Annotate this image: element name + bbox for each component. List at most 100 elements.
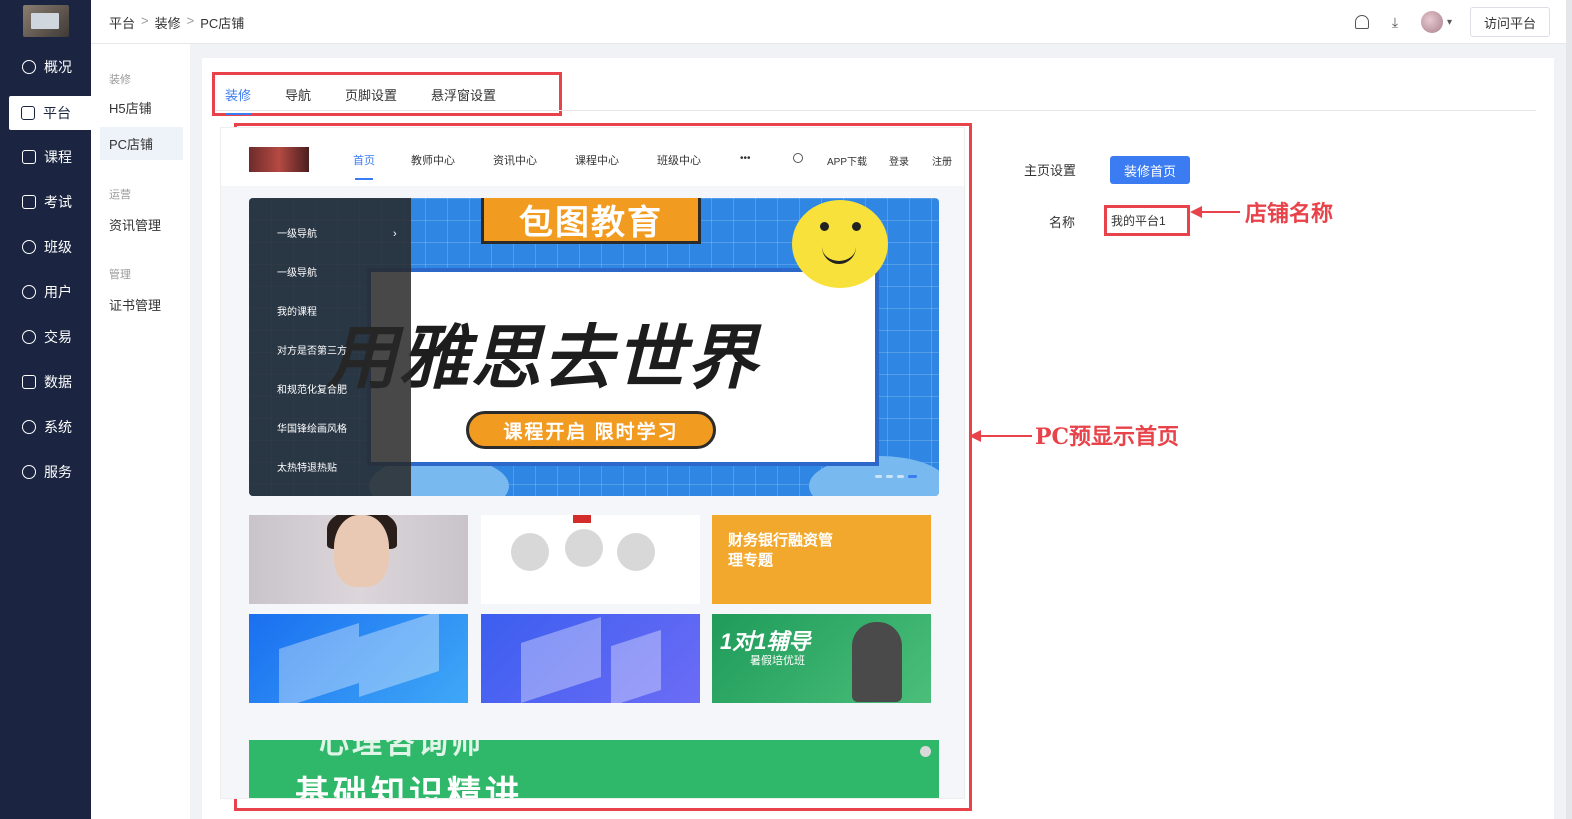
bell-icon[interactable] [1354, 15, 1369, 29]
promo-tile-isometric-city[interactable] [249, 614, 468, 703]
secondary-menu: 装修 H5店铺 PC店铺 运营 资讯管理 管理 证书管理 [91, 44, 190, 819]
sidebar-item-user[interactable]: 用户 [10, 275, 91, 309]
category-item[interactable]: 一级导航 [277, 264, 317, 279]
chart-icon [22, 375, 36, 389]
submenu-group-title: 运营 [109, 189, 131, 201]
sidebar-item-data[interactable]: 数据 [10, 365, 91, 399]
breadcrumb-item[interactable]: 平台 [109, 13, 135, 32]
carousel-dot-active[interactable] [908, 475, 917, 478]
sidebar-item-course[interactable]: 课程 [10, 140, 91, 174]
tab-float-window-settings[interactable]: 悬浮窗设置 [431, 85, 496, 104]
sidebar-item-label: 考试 [44, 194, 72, 210]
carousel-dot[interactable] [875, 475, 882, 478]
preview-bottom-banner[interactable]: 心理咨询师 基础知识精讲 [249, 740, 939, 798]
submenu-item-news[interactable]: 资讯管理 [100, 208, 183, 241]
preview-login[interactable]: 登录 [889, 153, 909, 168]
service-icon [22, 465, 36, 479]
trade-icon [22, 330, 36, 344]
tile-figure [511, 533, 549, 571]
visit-platform-button[interactable]: 访问平台 [1469, 7, 1550, 37]
submenu-item-h5-store[interactable]: H5店铺 [100, 91, 183, 124]
submenu-group-title: 装修 [109, 74, 131, 86]
preview-nav-class[interactable]: 班级中心 [657, 152, 701, 168]
sidebar-item-label: 数据 [44, 374, 72, 390]
tab-decorate[interactable]: 装修 [225, 85, 252, 115]
promo-tile-finance[interactable]: 财务银行融资管理专题 [712, 515, 931, 604]
sidebar-item-service[interactable]: 服务 [10, 455, 91, 489]
tab-footer-settings[interactable]: 页脚设置 [345, 85, 397, 104]
pc-preview-annotation: PC预显示首页 [1035, 424, 1180, 450]
preview-register[interactable]: 注册 [932, 153, 952, 168]
submenu-item-label: 证书管理 [109, 298, 162, 313]
window-scrollbar[interactable] [1566, 0, 1572, 819]
submenu-item-pc-store[interactable]: PC店铺 [100, 127, 183, 160]
tile-iso-block [359, 614, 439, 697]
promo-tile-tutoring[interactable]: 1对1辅导 暑假培优班 [712, 614, 931, 703]
header-actions: ⤓ ▾ 访问平台 [1354, 7, 1550, 37]
submenu-item-certificate[interactable]: 证书管理 [100, 288, 183, 321]
preview-nav-course[interactable]: 课程中心 [575, 152, 619, 168]
avatar[interactable] [1420, 11, 1443, 33]
sidebar-item-label: 交易 [44, 329, 72, 345]
preview-nav-teacher[interactable]: 教师中心 [411, 152, 455, 168]
smiley-eye [820, 222, 829, 231]
sidebar-item-trade[interactable]: 交易 [10, 320, 91, 354]
name-label: 名称 [1049, 215, 1076, 230]
preview-logo [249, 147, 309, 172]
tile-tutor-kid [852, 622, 902, 702]
sidebar-item-exam[interactable]: 考试 [10, 185, 91, 219]
smiley-eye [852, 222, 861, 231]
sidebar-item-label: 系统 [44, 419, 72, 435]
category-item[interactable]: 我的课程 [277, 303, 317, 318]
category-item[interactable]: 一级导航 [277, 225, 317, 240]
arrow-head-icon [969, 430, 981, 442]
smiley-mouth [822, 244, 856, 264]
sidebar-item-label: 班级 [44, 239, 72, 255]
tile-iso-block [521, 617, 601, 703]
preview-nav-news[interactable]: 资讯中心 [493, 152, 537, 168]
preview-app-download[interactable]: APP下载 [827, 153, 867, 168]
breadcrumb-separator: > [186, 13, 195, 28]
sidebar-item-label: 概况 [44, 59, 72, 75]
decorate-home-button[interactable]: 装修首页 [1110, 156, 1190, 184]
breadcrumb-item[interactable]: 装修 [155, 13, 181, 32]
chevron-down-icon[interactable]: ▾ [1447, 17, 1452, 28]
category-item[interactable]: 和规范化复合肥 [277, 381, 347, 396]
promo-tile-figures[interactable] [481, 515, 700, 604]
carousel-dot[interactable] [897, 475, 904, 478]
tile-tutor-subtitle: 暑假培优班 [750, 655, 805, 667]
preview-nav-home[interactable]: 首页 [353, 152, 375, 180]
tile-red-mark [573, 515, 591, 523]
preview-nav-more[interactable]: ••• [740, 153, 751, 164]
store-name-field[interactable]: 我的平台1 [1104, 205, 1190, 236]
submenu-item-label: H5店铺 [109, 101, 152, 116]
preview-nav-bar: 首页 教师中心 资讯中心 课程中心 班级中心 ••• APP下载 登录 注册 [221, 128, 964, 186]
sidebar-item-label: 服务 [44, 464, 72, 480]
tile-finance-text: 财务银行融资管理专题 [728, 532, 834, 569]
chevron-right-icon: › [393, 228, 397, 240]
download-icon[interactable]: ⤓ [1387, 15, 1403, 29]
arrow-head-icon [1190, 206, 1202, 218]
submenu-item-label: PC店铺 [109, 137, 154, 152]
promo-tile-isometric-screen[interactable] [481, 614, 700, 703]
close-icon[interactable] [920, 746, 931, 757]
tab-navigation[interactable]: 导航 [285, 85, 311, 104]
carousel-dots[interactable] [875, 475, 917, 478]
sidebar-item-platform[interactable]: 平台 [9, 96, 91, 130]
carousel-dot[interactable] [886, 475, 893, 478]
submenu-item-label: 资讯管理 [109, 218, 162, 233]
store-name-annotation: 店铺名称 [1245, 201, 1334, 227]
sidebar-item-label: 用户 [44, 284, 72, 300]
gear-icon [22, 420, 36, 434]
category-item[interactable]: 对方是否第三方 [277, 342, 347, 357]
sidebar-item-overview[interactable]: 概况 [10, 50, 91, 84]
sidebar-item-class[interactable]: 班级 [10, 230, 91, 264]
top-header: 平台 > 装修 > PC店铺 ⤓ ▾ 访问平台 [91, 0, 1572, 44]
sidebar-item-system[interactable]: 系统 [10, 410, 91, 444]
category-item[interactable]: 华国锋绘画风格 [277, 420, 347, 435]
category-item[interactable]: 太热特退热贴 [277, 459, 337, 474]
main-sidebar: 概况 平台 课程 考试 班级 用户 交易 数据 系统 服务 [0, 0, 91, 819]
search-icon[interactable] [793, 153, 803, 163]
promo-tile-portrait[interactable] [249, 515, 468, 604]
preview-arrow [980, 435, 1032, 437]
